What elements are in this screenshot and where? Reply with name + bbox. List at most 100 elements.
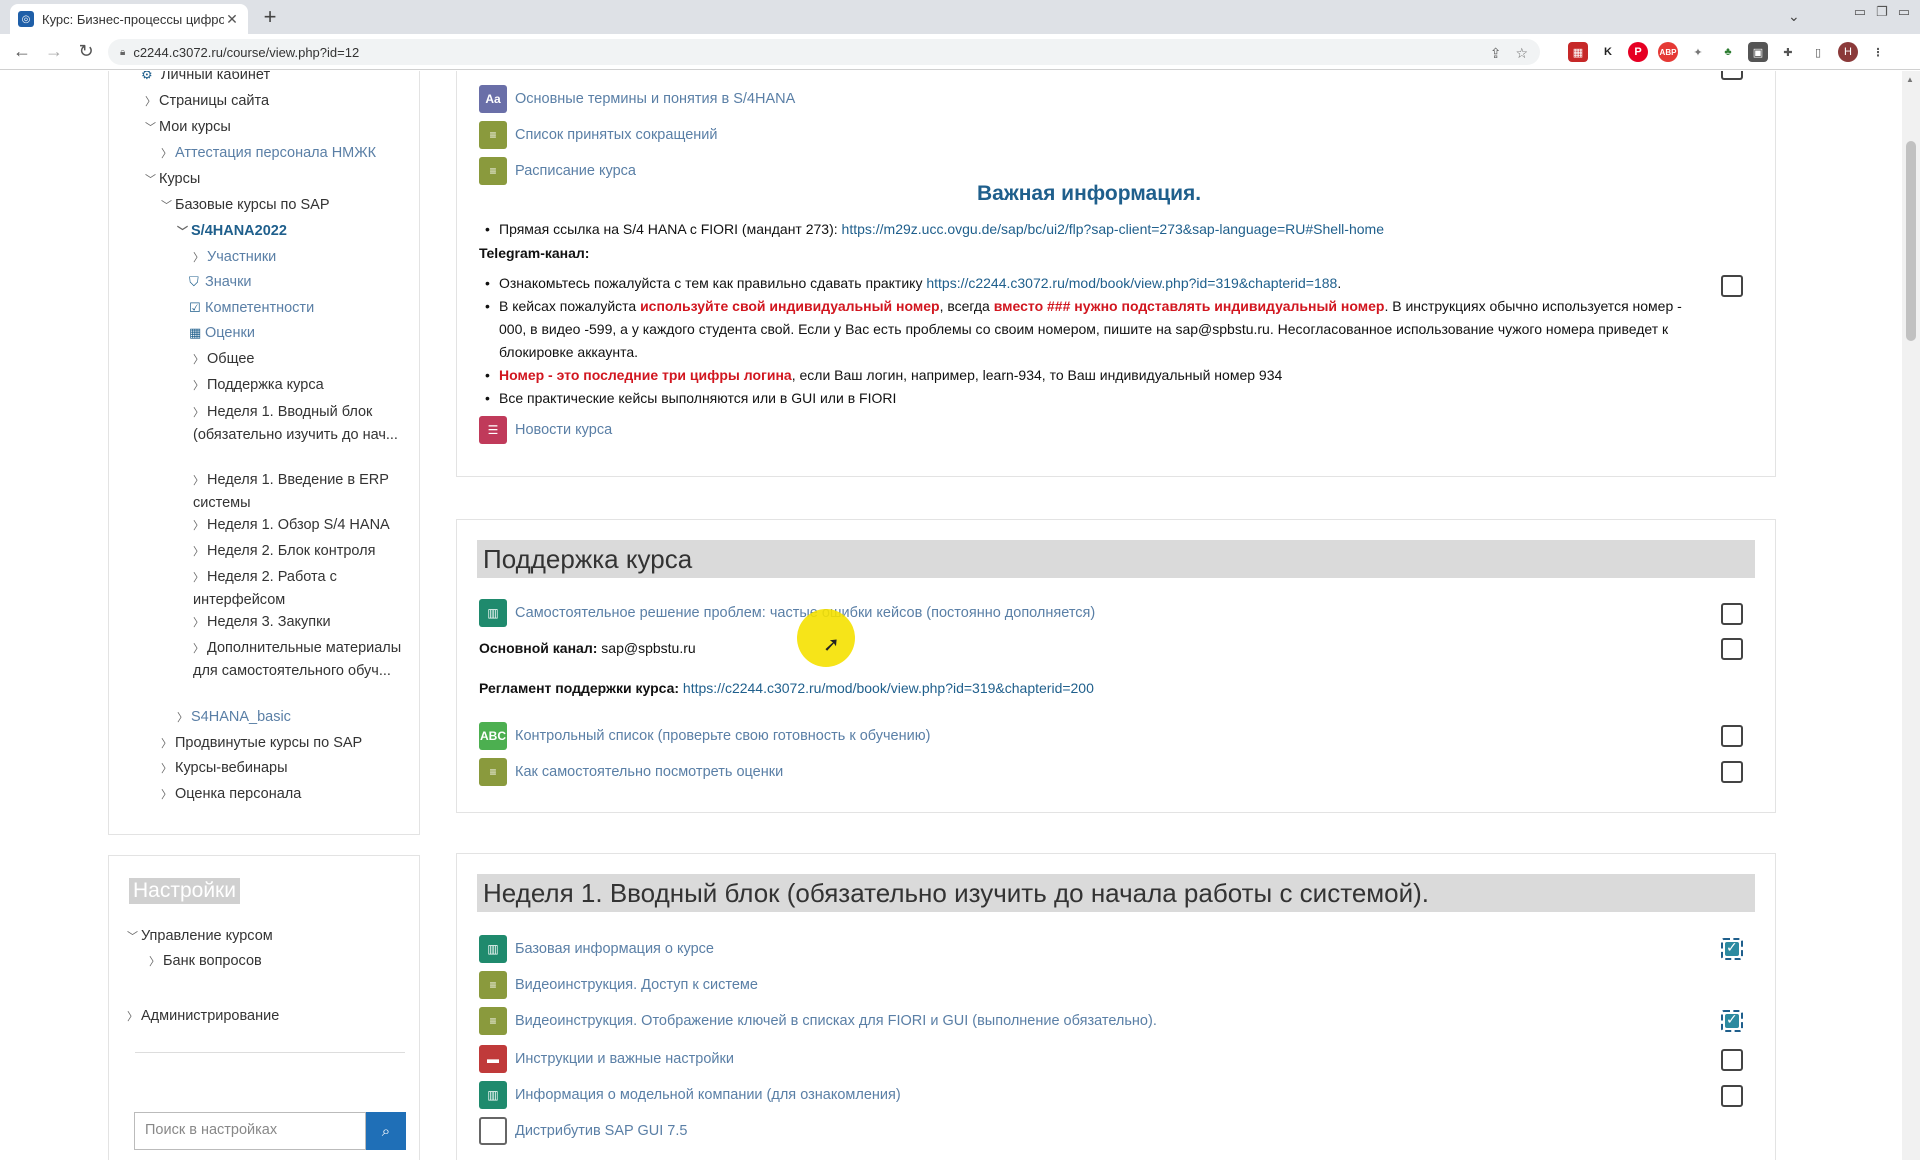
support-regulation: Регламент поддержки курса: https://c2244… [479, 680, 1094, 696]
chevron-right-icon: 〉 [193, 617, 204, 629]
file-icon [479, 1117, 507, 1145]
nav-advanced-sap[interactable]: 〉 Продвинутые курсы по SAP [161, 735, 362, 751]
completion-checkbox-checked[interactable] [1721, 938, 1743, 960]
nav-support[interactable]: 〉 Поддержка курса [193, 377, 324, 393]
reload-icon[interactable]: ↻ [76, 42, 96, 60]
nav-week1-overview[interactable]: 〉 Неделя 1. Обзор S/4 HANA [193, 517, 390, 533]
nav-dashboard[interactable]: ⚙ Личный кабинет [141, 71, 270, 83]
activity-schedule[interactable]: ≡ Расписание курса [479, 156, 636, 186]
settings-search-input[interactable]: Поиск в настройках [134, 1112, 366, 1150]
dashboard-icon: ⚙ [141, 71, 153, 82]
nav-general[interactable]: 〉 Общее [193, 351, 254, 367]
close-tab-icon[interactable]: ✕ [224, 11, 240, 28]
completion-checkbox[interactable] [1721, 761, 1743, 783]
activity-video-access[interactable]: ≡ Видеоинструкция. Доступ к системе [479, 970, 758, 1000]
search-button[interactable]: ⌕ [366, 1112, 406, 1150]
pinterest-icon[interactable]: P [1628, 42, 1648, 62]
page-scrollbar[interactable]: ▲ [1902, 71, 1920, 1160]
activity-news[interactable]: ☰ Новости курса [479, 415, 612, 445]
nav-my-courses[interactable]: ﹀ Мои курсы [145, 119, 231, 135]
nav-week1-intro[interactable]: 〉 Неделя 1. Вводный блок (обязательно изу… [193, 401, 405, 446]
practice-link[interactable]: https://c2244.c3072.ru/mod/book/view.php… [926, 275, 1337, 291]
chevron-right-icon: 〉 [193, 572, 204, 584]
scroll-up-icon[interactable]: ▲ [1906, 75, 1914, 84]
nav-week3-purchasing[interactable]: 〉 Неделя 3. Закупки [193, 614, 331, 630]
settings-course-admin[interactable]: ﹀ Управление курсом [127, 928, 273, 944]
chevron-right-icon: 〉 [193, 252, 204, 264]
nav-basic-sap[interactable]: ﹀ Базовые курсы по SAP [161, 197, 330, 213]
book-icon: ▥ [479, 1081, 507, 1109]
forward-icon[interactable]: → [44, 42, 64, 60]
chevron-right-icon: 〉 [127, 1011, 138, 1023]
share-icon[interactable]: ⇪ [1490, 45, 1502, 62]
activity-glossary[interactable]: Aa Основные термины и понятия в S/4HANA [479, 84, 795, 114]
browser-tab[interactable]: ◎ Курс: Бизнес-процессы цифров ✕ [10, 4, 248, 34]
activity-checklist[interactable]: ABC Контрольный список (проверьте свою го… [479, 721, 930, 751]
activity-abbreviations[interactable]: ≡ Список принятых сокращений [479, 120, 717, 150]
completion-checkbox[interactable] [1721, 71, 1743, 80]
nav-site-pages[interactable]: 〉 Страницы сайта [145, 93, 269, 109]
tab-search-icon[interactable]: ⌄ [1788, 8, 1800, 25]
side-panel-icon[interactable]: ▯ [1808, 42, 1828, 62]
back-icon[interactable]: ← [12, 42, 32, 60]
nav-week2-interface[interactable]: 〉 Неделя 2. Работа с интерфейсом [193, 566, 405, 611]
close-window-icon[interactable]: ▭ [1898, 4, 1910, 20]
profile-avatar[interactable]: Н [1838, 42, 1858, 62]
folder-icon: ▬ [479, 1045, 507, 1073]
evernote-icon[interactable]: ♣ [1718, 42, 1738, 62]
dropbox-icon[interactable]: ✦ [1688, 42, 1708, 62]
nav-grades[interactable]: ▦ Оценки [189, 325, 255, 341]
bookmark-star-icon[interactable]: ☆ [1515, 45, 1528, 62]
tab-bar: ◎ Курс: Бизнес-процессы цифров ✕ + ⌄ ▭ ❐… [0, 0, 1920, 34]
nav-webinars[interactable]: 〉 Курсы-вебинары [161, 760, 288, 776]
bullet-individual-number: В кейсах пожалуйста используйте свой инд… [485, 295, 1689, 364]
window-controls: ▭ ❐ ▭ [1854, 4, 1910, 20]
nav-participants[interactable]: 〉 Участники [193, 249, 276, 265]
nav-staff-assessment[interactable]: 〉 Оценка персонала [161, 786, 301, 802]
minimize-icon[interactable]: ▭ [1854, 4, 1866, 20]
extensions-puzzle-icon[interactable]: ✚ [1778, 42, 1798, 62]
nav-s4hana2022[interactable]: ﹀ S/4HANA2022 [177, 223, 287, 239]
restore-icon[interactable]: ❐ [1876, 4, 1888, 20]
scrollbar-thumb[interactable] [1906, 141, 1916, 341]
nav-competencies[interactable]: ☑ Компетентности [189, 300, 314, 316]
chevron-right-icon: 〉 [193, 475, 204, 487]
settings-administration[interactable]: 〉 Администрирование [127, 1008, 279, 1024]
activity-model-company[interactable]: ▥ Информация о модельной компании (для оз… [479, 1080, 901, 1110]
extension-k-icon[interactable]: K [1598, 42, 1618, 62]
settings-question-bank[interactable]: 〉 Банк вопросов [149, 953, 262, 969]
activity-troubleshooting[interactable]: ▥ Самостоятельное решение проблем: частые… [479, 598, 1095, 628]
completion-checkbox[interactable] [1721, 275, 1743, 297]
completion-checkbox[interactable] [1721, 638, 1743, 660]
activity-instructions[interactable]: ▬ Инструкции и важные настройки [479, 1044, 734, 1074]
fiori-link[interactable]: https://m29z.ucc.ovgu.de/sap/bc/ui2/flp?… [842, 221, 1384, 237]
nav-attestation[interactable]: 〉 Аттестация персонала НМЖК [161, 145, 376, 161]
new-tab-button[interactable]: + [256, 6, 284, 30]
adblock-icon[interactable]: ABP [1658, 42, 1678, 62]
nav-courses[interactable]: ﹀ Курсы [145, 171, 200, 187]
regulation-link[interactable]: https://c2244.c3072.ru/mod/book/view.php… [679, 680, 1094, 696]
chevron-down-icon: ﹀ [145, 174, 156, 186]
nav-badges[interactable]: ⛉ Значки [189, 274, 252, 290]
activity-sap-gui[interactable]: Дистрибутив SAP GUI 7.5 [479, 1116, 687, 1146]
activity-course-info[interactable]: ▥ Базовая информация о курсе [479, 934, 714, 964]
extension-square-icon[interactable]: ▣ [1748, 42, 1768, 62]
url-text: c2244.c3072.ru/course/view.php?id=12 [133, 44, 360, 60]
completion-checkbox[interactable] [1721, 1049, 1743, 1071]
completion-checkbox-checked[interactable] [1721, 1010, 1743, 1032]
nav-s4hana-basic[interactable]: 〉 S4HANA_basic [177, 709, 291, 725]
navigation-block: ⚙ Личный кабинет 〉 Страницы сайта ﹀ Мои ку… [108, 71, 420, 835]
section-title: Неделя 1. Вводный блок (обязательно изуч… [477, 874, 1755, 912]
address-bar[interactable]: 🔒︎ c2244.c3072.ru/course/view.php?id=12 … [108, 39, 1540, 65]
menu-kebab-icon[interactable]: ⋮ [1868, 42, 1888, 62]
activity-video-keys[interactable]: ≡ Видеоинструкция. Отображение ключей в с… [479, 1006, 1157, 1036]
completion-checkbox[interactable] [1721, 1085, 1743, 1107]
divider [135, 1052, 405, 1053]
completion-checkbox[interactable] [1721, 725, 1743, 747]
nav-additional[interactable]: 〉 Дополнительные материалы для самостояте… [193, 637, 405, 682]
nav-week2-control[interactable]: 〉 Неделя 2. Блок контроля [193, 543, 375, 559]
nav-week1-erp[interactable]: 〉 Неделя 1. Введение в ERP системы [193, 469, 405, 514]
activity-view-grades[interactable]: ≡ Как самостоятельно посмотреть оценки [479, 757, 783, 787]
completion-checkbox[interactable] [1721, 603, 1743, 625]
extension-red-icon[interactable]: ▦ [1568, 42, 1588, 62]
